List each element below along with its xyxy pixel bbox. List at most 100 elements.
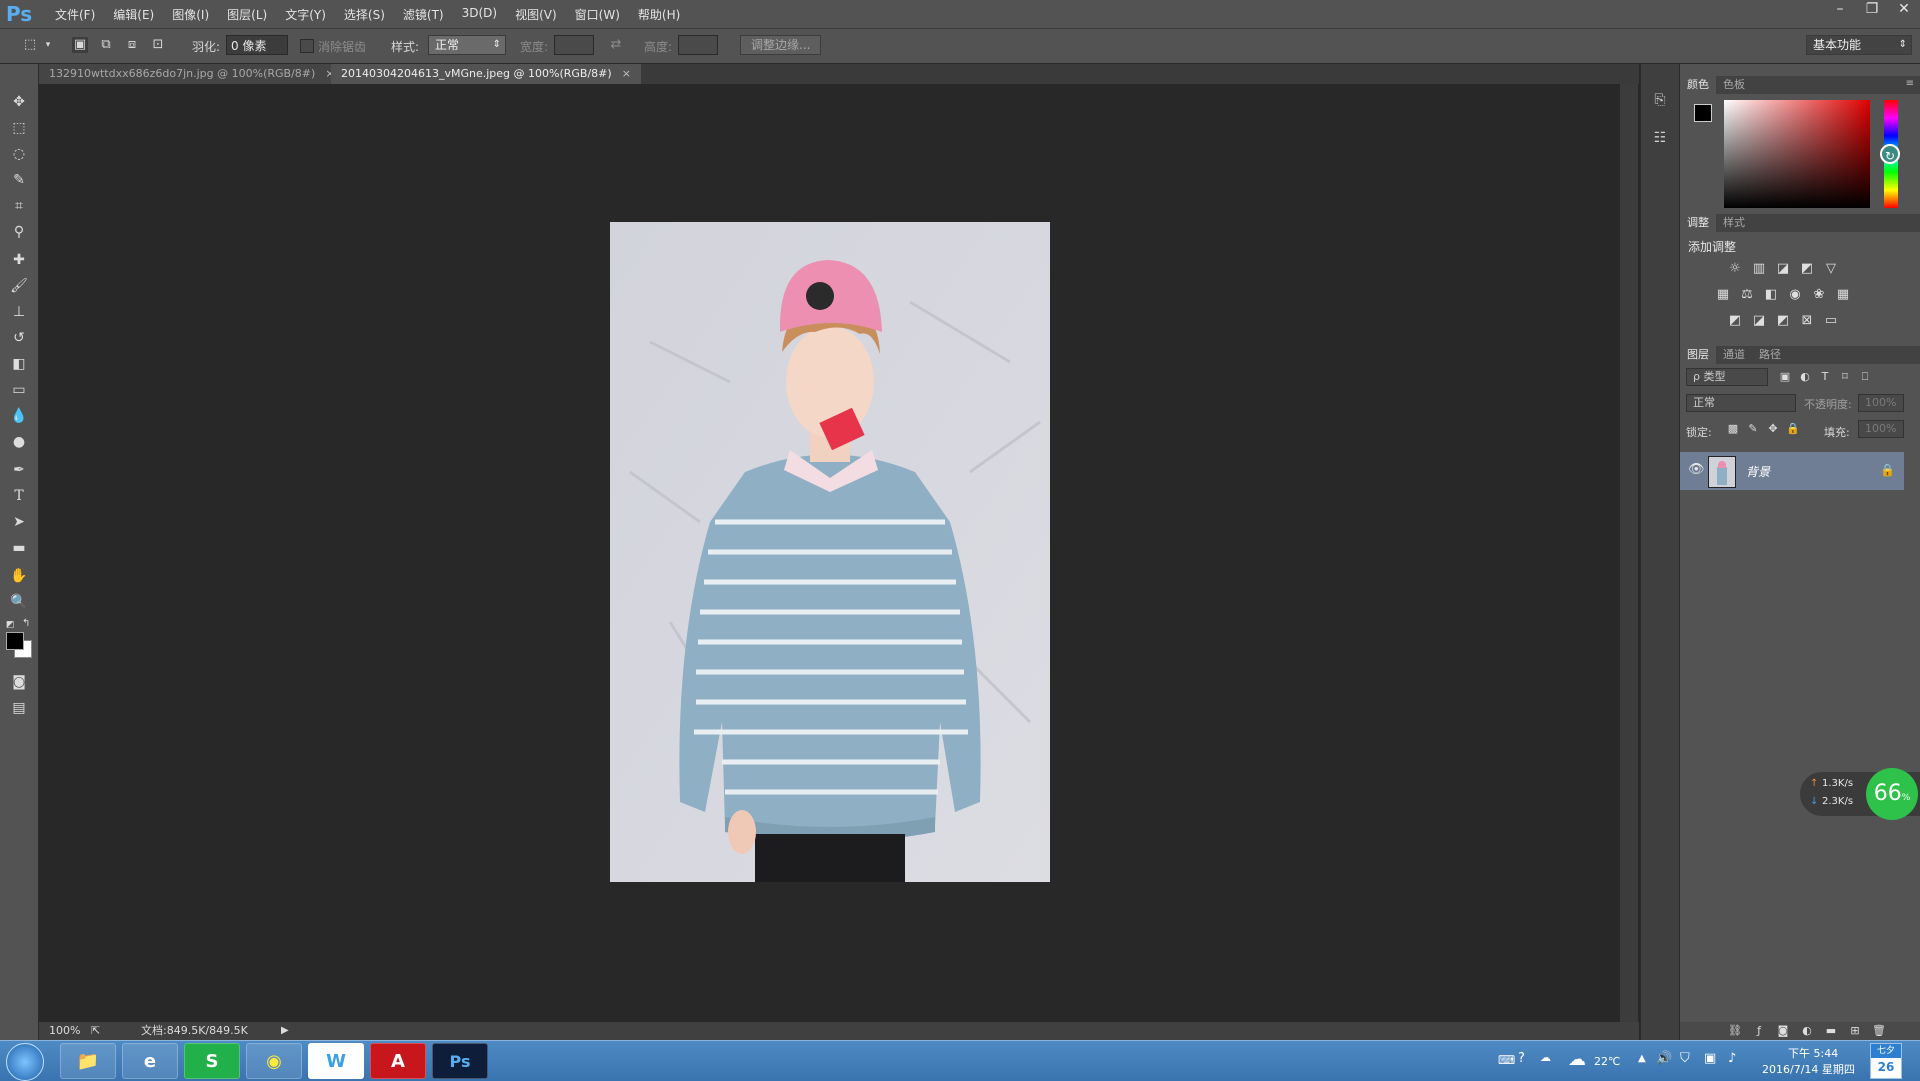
taskbar-explorer[interactable]: 📁 xyxy=(60,1043,116,1079)
menu-view[interactable]: 视图(V) xyxy=(506,6,566,23)
add-selection-icon[interactable]: ⧉ xyxy=(98,37,114,53)
doc-size[interactable]: 文档:849.5K/849.5K xyxy=(141,1022,248,1040)
color-foreground-swatch[interactable] xyxy=(1694,104,1712,122)
refine-edge-button[interactable]: 调整边缘... xyxy=(740,35,822,55)
tab-styles[interactable]: 样式 xyxy=(1716,214,1752,232)
menu-help[interactable]: 帮助(H) xyxy=(629,6,689,23)
lock-all-icon[interactable]: 🔒 xyxy=(1784,420,1802,438)
swap-icon[interactable]: ⇄ xyxy=(608,37,624,53)
menu-file[interactable]: 文件(F) xyxy=(46,6,104,23)
visibility-eye-icon[interactable]: 👁 xyxy=(1688,462,1705,477)
preset-dropdown-icon[interactable]: ▾ xyxy=(44,37,52,53)
menu-select[interactable]: 选择(S) xyxy=(335,6,394,23)
taskbar-spreadsheet[interactable]: S xyxy=(184,1043,240,1079)
shape-tool-icon[interactable]: ▬ xyxy=(8,538,30,558)
quick-mask-icon[interactable]: ◙ xyxy=(8,672,30,692)
tab-swatches[interactable]: 色板 xyxy=(1716,76,1752,94)
help-tray-icon[interactable]: ? xyxy=(1518,1051,1525,1066)
marquee-tool-icon[interactable]: ⬚ xyxy=(8,118,30,138)
workspace-select[interactable]: 基本功能 xyxy=(1806,35,1912,55)
keyboard-tray-icon[interactable]: ⌨ xyxy=(1498,1053,1515,1067)
volume-icon[interactable]: 🔊 xyxy=(1656,1051,1672,1066)
add-mask-icon[interactable]: ◙ xyxy=(1774,1022,1792,1040)
intersect-selection-icon[interactable]: ⊡ xyxy=(150,37,166,53)
history-brush-tool-icon[interactable]: ↺ xyxy=(8,328,30,348)
filter-pixel-icon[interactable]: ▣ xyxy=(1776,368,1794,386)
subtract-selection-icon[interactable]: ⧈ xyxy=(124,37,140,53)
clock-time[interactable]: 下午 5:44 xyxy=(1788,1045,1838,1061)
antialias-checkbox[interactable] xyxy=(300,39,314,53)
opacity-input[interactable]: 100% xyxy=(1858,394,1904,412)
channel-mixer-icon[interactable]: ❀ xyxy=(1810,286,1828,304)
menu-edit[interactable]: 编辑(E) xyxy=(104,6,163,23)
weather-tray-icon[interactable]: ☁ xyxy=(1540,1051,1551,1064)
menu-window[interactable]: 窗口(W) xyxy=(566,6,629,23)
cloud-icon[interactable]: ☁ xyxy=(1568,1049,1586,1070)
taskbar-acrobat[interactable]: A xyxy=(370,1043,426,1079)
vertical-scrollbar[interactable] xyxy=(1620,84,1638,1022)
menu-type[interactable]: 文字(Y) xyxy=(276,6,335,23)
filter-shape-icon[interactable]: ⌑ xyxy=(1836,368,1854,386)
tab-document-1[interactable]: 132910wttdxx686z6do7jn.jpg @ 100%(RGB/8#… xyxy=(39,64,345,84)
layer-name[interactable]: 背景 xyxy=(1746,463,1770,480)
export-icon[interactable]: ⇱ xyxy=(91,1022,100,1040)
blur-tool-icon[interactable]: 💧 xyxy=(8,406,30,426)
vibrance-icon[interactable]: ▽ xyxy=(1822,260,1840,278)
taskbar-writer[interactable]: W xyxy=(308,1043,364,1079)
lasso-tool-icon[interactable]: ◌ xyxy=(8,144,30,164)
new-group-icon[interactable]: ▬ xyxy=(1822,1022,1840,1040)
speaker-tray-icon[interactable]: ♪ xyxy=(1728,1051,1736,1066)
new-fill-layer-icon[interactable]: ◐ xyxy=(1798,1022,1816,1040)
clock-date[interactable]: 2016/7/14 星期四 xyxy=(1762,1061,1855,1077)
height-input[interactable] xyxy=(678,35,718,55)
weather-temp[interactable]: 22℃ xyxy=(1594,1055,1620,1068)
hand-tool-icon[interactable]: ✋ xyxy=(8,566,30,586)
document-image[interactable] xyxy=(610,222,1050,882)
status-menu-arrow-icon[interactable]: ▶ xyxy=(281,1022,289,1040)
filter-type-icon[interactable]: T xyxy=(1816,368,1834,386)
taskbar-photoshop[interactable]: Ps xyxy=(432,1043,488,1079)
invert-icon[interactable]: ◩ xyxy=(1726,312,1744,330)
link-layers-icon[interactable]: ⛓ xyxy=(1726,1022,1744,1040)
brush-tool-icon[interactable]: 🖌 xyxy=(8,276,30,296)
network-tray-icon[interactable]: ▣ xyxy=(1704,1051,1716,1066)
crop-tool-icon[interactable]: ⌗ xyxy=(8,196,30,216)
lock-transparent-icon[interactable]: ▩ xyxy=(1724,420,1742,438)
lock-pixels-icon[interactable]: ✎ xyxy=(1744,420,1762,438)
selective-color-icon[interactable]: ⊠ xyxy=(1798,312,1816,330)
swap-colors-icon[interactable]: ↰ xyxy=(22,618,32,629)
posterize-icon[interactable]: ◪ xyxy=(1750,312,1768,330)
feather-input[interactable]: 0 像素 xyxy=(226,35,288,55)
tab-color[interactable]: 颜色 xyxy=(1680,76,1716,94)
zoom-level[interactable]: 100% xyxy=(49,1022,80,1040)
properties-panel-icon[interactable]: ☷ xyxy=(1650,128,1670,148)
eraser-tool-icon[interactable]: ◧ xyxy=(8,354,30,374)
photo-filter-icon[interactable]: ◉ xyxy=(1786,286,1804,304)
tab-adjustments[interactable]: 调整 xyxy=(1680,214,1716,232)
tab-close-icon[interactable]: × xyxy=(622,67,631,80)
menu-image[interactable]: 图像(I) xyxy=(163,6,218,23)
layer-style-icon[interactable]: ƒ xyxy=(1750,1022,1768,1040)
stamp-tool-icon[interactable]: ⊥ xyxy=(8,302,30,322)
width-input[interactable] xyxy=(554,35,594,55)
layer-row[interactable]: 👁 背景 🔒 xyxy=(1680,452,1904,490)
marquee-preset-icon[interactable]: ⬚ xyxy=(22,37,38,53)
panel-menu-icon[interactable]: ≡ xyxy=(1906,78,1914,89)
tab-paths[interactable]: 路径 xyxy=(1752,346,1788,364)
fill-input[interactable]: 100% xyxy=(1858,420,1904,438)
curves-icon[interactable]: ◪ xyxy=(1774,260,1792,278)
gradient-tool-icon[interactable]: ▭ xyxy=(8,380,30,400)
menu-layer[interactable]: 图层(L) xyxy=(218,6,276,23)
taskbar-media[interactable]: ◉ xyxy=(246,1043,302,1079)
dodge-tool-icon[interactable]: ● xyxy=(8,432,30,452)
style-select[interactable]: 正常 xyxy=(428,35,506,55)
color-field[interactable] xyxy=(1724,100,1870,208)
start-button-icon[interactable] xyxy=(6,1043,44,1081)
pen-tool-icon[interactable]: ✒ xyxy=(8,460,30,480)
tab-channels[interactable]: 通道 xyxy=(1716,346,1752,364)
menu-3d[interactable]: 3D(D) xyxy=(453,6,506,23)
tab-document-2[interactable]: 20140304204613_vMGne.jpeg @ 100%(RGB/8#)… xyxy=(331,64,641,84)
quick-select-tool-icon[interactable]: ✎ xyxy=(8,170,30,190)
default-colors-icon[interactable]: ◩ xyxy=(6,620,16,630)
security-tray-icon[interactable]: ⛉ xyxy=(1680,1051,1690,1066)
